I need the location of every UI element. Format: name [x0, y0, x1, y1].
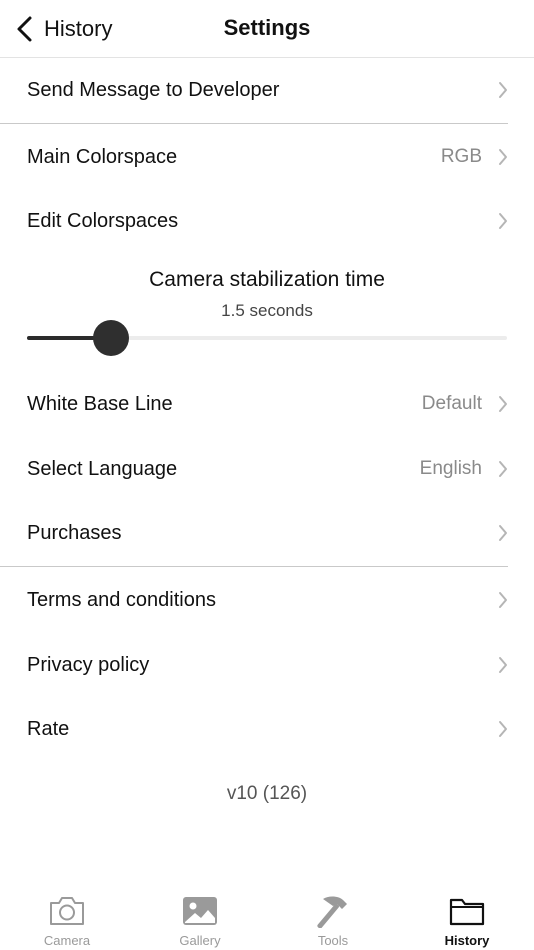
chevron-right-icon [499, 592, 507, 608]
white-base-line-value: Default [421, 393, 482, 414]
edit-colorspaces-row[interactable]: Edit Colorspaces [0, 191, 534, 251]
folder-icon [449, 898, 485, 926]
chevron-right-icon [499, 149, 507, 165]
stabilization-title: Camera stabilization time [149, 268, 385, 291]
image-icon [183, 897, 217, 925]
terms-label: Terms and conditions [27, 588, 216, 611]
stabilization-value: 1.5 seconds [221, 301, 313, 320]
terms-row[interactable]: Terms and conditions [0, 570, 534, 630]
privacy-label: Privacy policy [27, 653, 150, 676]
main-colorspace-value: RGB [440, 146, 482, 167]
select-language-label: Select Language [27, 457, 178, 480]
select-language-value: English [419, 458, 482, 479]
purchases-row[interactable]: Purchases [0, 503, 534, 563]
send-message-row[interactable]: Send Message to Developer [0, 60, 534, 120]
chevron-right-icon [499, 525, 507, 541]
rate-label: Rate [27, 717, 70, 740]
tab-gallery[interactable]: Gallery [145, 880, 255, 950]
stabilization-slider[interactable] [27, 320, 507, 356]
privacy-row[interactable]: Privacy policy [0, 635, 534, 695]
tab-camera-label: Camera [43, 933, 91, 948]
chevron-right-icon [499, 721, 507, 737]
send-message-label: Send Message to Developer [27, 78, 280, 101]
tab-gallery-label: Gallery [179, 933, 221, 948]
tab-history-label: History [444, 933, 490, 948]
page-title: Settings [223, 15, 311, 40]
white-base-line-label: White Base Line [27, 392, 173, 415]
section-divider [0, 566, 508, 567]
main-colorspace-row[interactable]: Main Colorspace RGB [0, 127, 534, 187]
chevron-right-icon [499, 657, 507, 673]
purchases-label: Purchases [27, 521, 122, 544]
nav-bar: History Settings [0, 0, 534, 58]
app-version: v10 (126) [226, 783, 308, 804]
camera-icon [50, 897, 84, 925]
hammer-icon [317, 896, 347, 928]
chevron-right-icon [499, 396, 507, 412]
select-language-row[interactable]: Select Language English [0, 439, 534, 499]
tab-history[interactable]: History [412, 880, 522, 950]
tab-tools-label: Tools [317, 933, 349, 948]
main-colorspace-label: Main Colorspace [27, 145, 178, 168]
chevron-right-icon [499, 82, 507, 98]
slider-thumb[interactable] [92, 320, 129, 356]
chevron-right-icon [499, 213, 507, 229]
edit-colorspaces-label: Edit Colorspaces [27, 209, 179, 232]
tab-tools[interactable]: Tools [278, 880, 388, 950]
rate-row[interactable]: Rate [0, 699, 534, 759]
section-divider [0, 123, 508, 124]
white-base-line-row[interactable]: White Base Line Default [0, 374, 534, 434]
tab-camera[interactable]: Camera [12, 880, 122, 950]
chevron-right-icon [499, 461, 507, 477]
tab-bar: Camera Gallery Tools History [0, 880, 534, 950]
